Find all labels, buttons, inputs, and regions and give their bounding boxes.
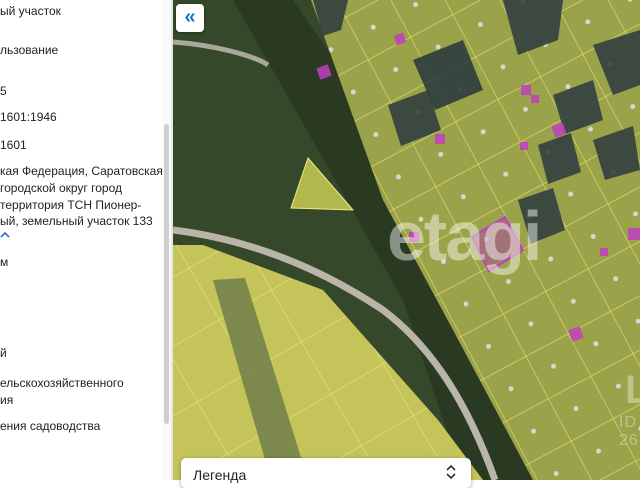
panel-line: городской округ город (0, 181, 123, 195)
panel-line: льзование (0, 43, 59, 57)
panel-line: ельскохозяйственного (0, 376, 124, 390)
map-view[interactable]: etagi ЦИАН ID 2677468 (173, 0, 640, 480)
watermark-cian: ЦИАН (625, 368, 640, 412)
panel-line: м (0, 255, 9, 269)
panel-line: 5 (0, 84, 7, 98)
chevron-up-icon[interactable] (0, 231, 12, 241)
panel-line: 1601:1946 (0, 110, 57, 124)
panel-line: кая Федерация, Саратовская (0, 164, 163, 178)
watermark-id: ID 2677468 (619, 414, 640, 449)
panel-line: 1601 (0, 138, 27, 152)
collapse-panel-button[interactable]: « (176, 4, 204, 32)
legend-label: Легенда (193, 467, 247, 483)
scrollbar-thumb[interactable] (164, 124, 169, 424)
panel-line: территория ТСН Пионер- (0, 198, 142, 212)
info-panel: ый участок льзование 5 1601:1946 1601 ка… (0, 0, 172, 480)
panel-line: ый участок (0, 4, 61, 18)
legend-dropdown[interactable]: Легенда (181, 458, 471, 488)
double-chevron-left-icon: « (184, 6, 196, 28)
panel-line: й (0, 346, 7, 360)
panel-line: ия (0, 393, 14, 407)
expand-collapse-icon (443, 463, 459, 483)
watermark-etagi: etagi (387, 197, 542, 275)
panel-line: ый, земельный участок 133 (0, 214, 153, 228)
panel-line: ения садоводства (0, 419, 101, 433)
